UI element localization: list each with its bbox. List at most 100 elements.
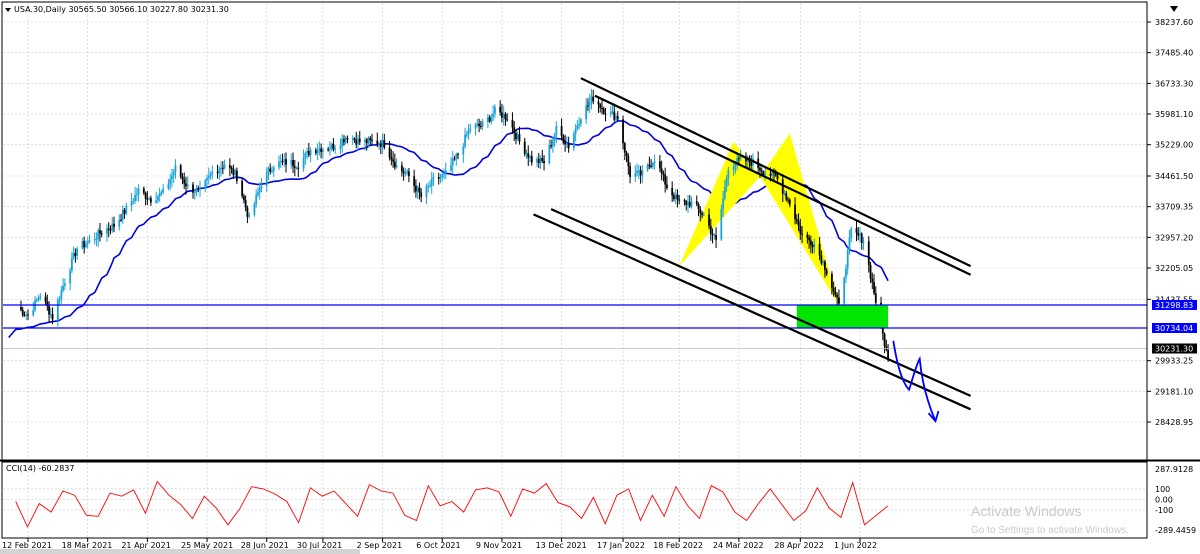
candle-body [49, 313, 52, 315]
candle-body [148, 198, 151, 200]
candle-body [234, 170, 237, 176]
candle-body [653, 161, 656, 164]
candle-body [60, 290, 63, 300]
candle-body [358, 138, 361, 143]
candle-body [253, 203, 256, 215]
candle-body [355, 139, 358, 145]
cci-tick-label: 0.00 [1155, 495, 1173, 504]
candle-body [723, 186, 726, 199]
candle-body [367, 137, 370, 144]
candle-body [467, 129, 470, 135]
candle-body [860, 233, 863, 243]
candle-body [709, 225, 712, 234]
candle-body [822, 261, 825, 264]
time-tick-label: 21 Apr 2021 [121, 541, 170, 550]
candle-body [529, 156, 531, 158]
candle-body [51, 313, 54, 320]
candle-body [523, 141, 526, 154]
candle-body [622, 119, 624, 144]
candle-body [246, 207, 249, 217]
candle-body [857, 232, 860, 236]
chart-canvas[interactable]: 38237.60 37485.40 36733.30 35981.10 35229.00… [0, 0, 1200, 554]
level-label-text: 31298.83 [1155, 301, 1193, 310]
candle-body [81, 241, 84, 249]
candle-body [629, 166, 631, 177]
candle-body [76, 248, 79, 256]
candle-body [344, 138, 347, 143]
candle-body [118, 219, 121, 227]
candle-body [195, 188, 198, 193]
candle-body [330, 143, 333, 149]
candle-body [241, 180, 244, 197]
candle-body [272, 167, 275, 172]
candle-body [488, 117, 491, 122]
candle-body [72, 252, 75, 258]
candle-body [846, 250, 849, 269]
candle-body [769, 173, 772, 176]
candle-body [341, 138, 344, 146]
candle-body [290, 160, 293, 165]
candle-body [83, 241, 86, 248]
candle-body [132, 200, 135, 202]
candle-body [309, 150, 312, 156]
candle-body [221, 167, 224, 169]
candle-body [121, 209, 124, 220]
level-labels: 31298.83 30734.04 30231.30 [1152, 299, 1197, 354]
time-tick-label: 2 Sep 2021 [357, 541, 403, 550]
candle-body [107, 228, 110, 230]
candle-body [722, 198, 724, 210]
candle-body [420, 192, 423, 197]
time-tick-label: 18 Feb 2022 [653, 541, 703, 550]
candle-body [437, 177, 440, 179]
candle-body [109, 229, 112, 231]
candle-body [406, 171, 409, 174]
cci-label: CCI(14) -60.2837 [6, 464, 74, 473]
candle-body [788, 199, 791, 205]
candle-body [848, 237, 851, 251]
candle-body [156, 196, 159, 201]
candle-body [171, 175, 173, 180]
candle-body [25, 314, 28, 316]
candle-body [383, 140, 386, 148]
candle-body [671, 187, 674, 196]
candle-body [695, 201, 698, 205]
candle-body [63, 283, 66, 286]
candle-body [432, 177, 435, 179]
price-tick-label: 33709.35 [1155, 203, 1193, 212]
candle-body [388, 147, 391, 158]
candle-body [799, 225, 802, 234]
candle-body [683, 200, 686, 202]
candle-body [111, 223, 114, 231]
time-tick-label: 13 Dec 2021 [536, 541, 587, 550]
candle-body [651, 163, 654, 167]
candle-body [450, 165, 452, 171]
candle-body [527, 153, 530, 158]
candle-body [160, 192, 163, 194]
candle-body [572, 133, 575, 149]
time-tick-label: 24 Mar 2022 [713, 541, 764, 550]
candle-body [260, 185, 263, 189]
candle-body [611, 111, 614, 113]
candle-body [258, 188, 261, 193]
candle-body [404, 173, 407, 175]
candle-body [674, 194, 677, 200]
candle-body [550, 145, 552, 147]
candle-body [599, 104, 602, 108]
time-tick-label: 12 Feb 2021 [2, 541, 52, 550]
candle-body [392, 159, 394, 162]
horizontal-scrollbar-thumb[interactable] [0, 549, 360, 554]
candle-body [702, 214, 705, 216]
candle-body [23, 315, 26, 317]
activate-windows-title: Activate Windows [971, 503, 1081, 519]
candle-body [162, 188, 165, 193]
time-tick-label: 17 Jan 2022 [597, 541, 645, 550]
candle-body [646, 164, 649, 171]
candle-body [727, 169, 730, 179]
candle-body [578, 123, 581, 126]
candle-body [27, 314, 29, 316]
time-tick-label: 25 May 2021 [181, 541, 233, 550]
candle-body [530, 156, 533, 163]
candle-body [306, 150, 308, 154]
candle-body [678, 199, 681, 201]
candle-body [120, 219, 122, 221]
